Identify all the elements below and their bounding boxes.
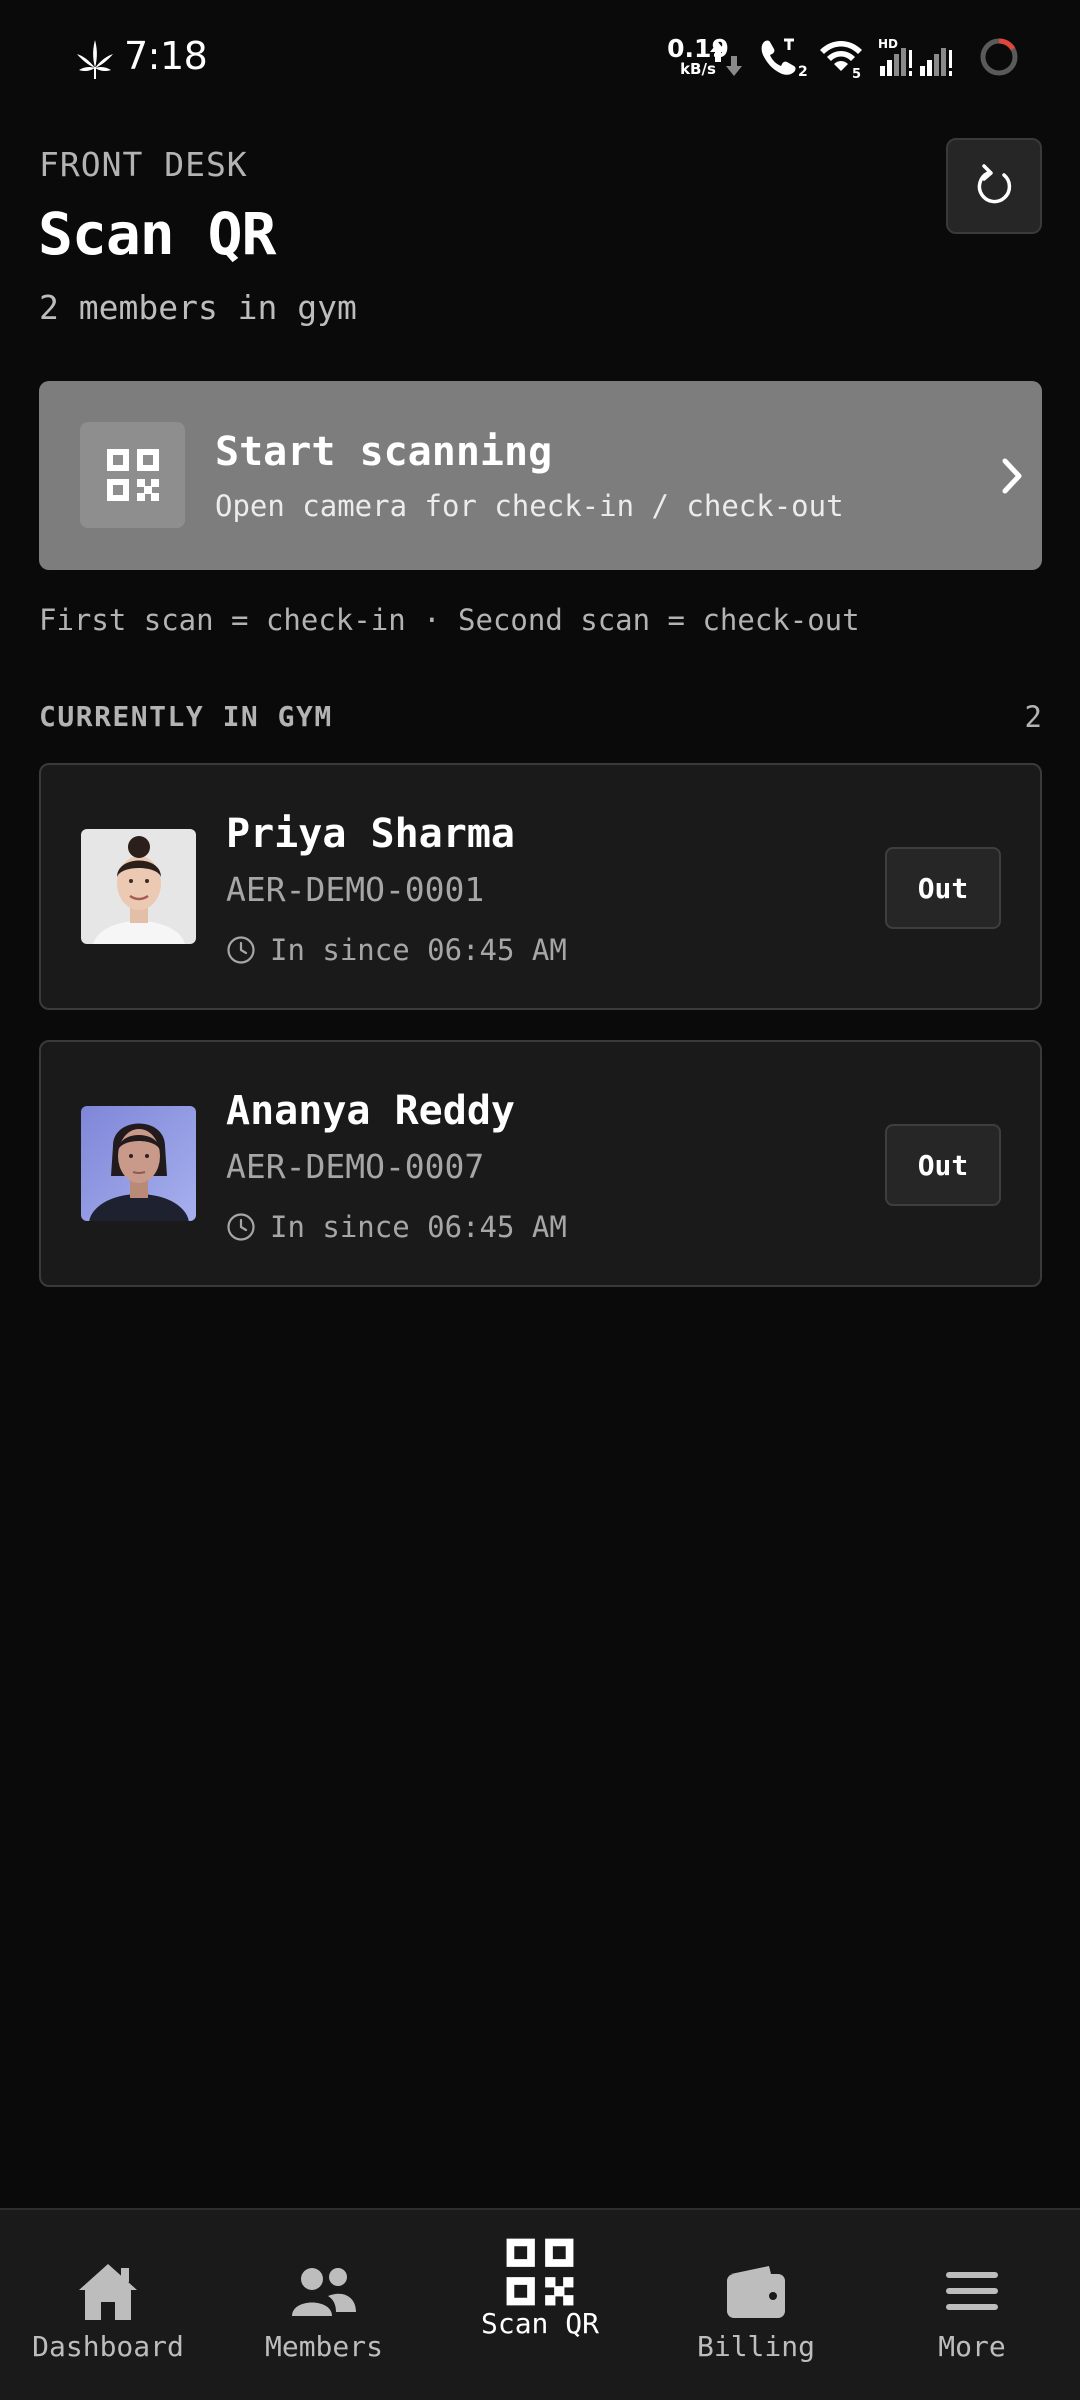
section-count: 2	[1024, 700, 1042, 734]
page-eyebrow: FRONT DESK	[39, 145, 248, 184]
nav-label: Dashboard	[32, 2330, 184, 2363]
nav-item-billing[interactable]: Billing	[648, 2210, 864, 2400]
nav-label: Billing	[696, 2330, 815, 2363]
page-title: Scan QR	[38, 200, 276, 268]
refresh-button[interactable]	[946, 138, 1042, 234]
nav-item-more[interactable]: More	[864, 2210, 1080, 2400]
nav-item-scan-qr[interactable]: Scan QR	[432, 2210, 648, 2400]
avatar	[81, 829, 196, 944]
menu-icon	[946, 2272, 998, 2310]
section-label: CURRENTLY IN GYM	[39, 700, 333, 733]
members-in-gym-count: 2 members in gym	[39, 288, 357, 327]
network-type: HD	[878, 37, 898, 51]
check-out-button[interactable]: Out	[885, 1124, 1001, 1206]
wifi-icon: 5	[820, 41, 862, 80]
cannabis-leaf-icon	[77, 40, 113, 79]
member-card[interactable]: Ananya Reddy AER-DEMO-0007 In since 06:4…	[39, 1040, 1042, 1287]
battery-ring-icon	[980, 38, 1018, 76]
member-card[interactable]: Priya Sharma AER-DEMO-0001 In since 06:4…	[39, 763, 1042, 1010]
member-checkin-time: In since 06:45 AM	[226, 1210, 567, 1244]
qr-code-icon	[106, 449, 159, 501]
member-name: Ananya Reddy	[226, 1088, 515, 1134]
users-icon	[292, 2268, 356, 2316]
check-out-button[interactable]: Out	[885, 847, 1001, 929]
call-badge: 2	[798, 64, 808, 80]
signal-icon: HD	[878, 37, 952, 76]
scan-hint: First scan = check-in · Second scan = ch…	[39, 603, 860, 637]
data-arrows-icon	[710, 42, 742, 76]
scan-card-subtitle: Open camera for check-in / check-out	[215, 489, 844, 523]
qr-code-icon	[506, 2238, 574, 2306]
member-since-text: In since 06:45 AM	[270, 1210, 567, 1244]
scan-card-title: Start scanning	[215, 429, 553, 475]
clock-icon	[227, 936, 255, 964]
chevron-right-icon	[1002, 458, 1022, 494]
status-bar: 7:18 0.19 kB/s 2 5 HD	[0, 0, 1080, 118]
status-time: 7:18	[124, 34, 208, 78]
refresh-icon	[977, 164, 1012, 204]
call-icon: 2	[761, 38, 808, 80]
nav-label: Members	[264, 2330, 383, 2363]
avatar	[81, 1106, 196, 1221]
wifi-badge: 5	[852, 67, 861, 80]
nav-item-dashboard[interactable]: Dashboard	[0, 2210, 216, 2400]
member-since-text: In since 06:45 AM	[270, 933, 567, 967]
start-scanning-card[interactable]: Start scanning Open camera for check-in …	[39, 381, 1042, 570]
member-checkin-time: In since 06:45 AM	[226, 933, 567, 967]
nav-label: More	[938, 2330, 1006, 2363]
member-id: AER-DEMO-0001	[226, 870, 485, 909]
nav-item-members[interactable]: Members	[216, 2210, 432, 2400]
member-id: AER-DEMO-0007	[226, 1147, 485, 1186]
member-name: Priya Sharma	[226, 811, 515, 857]
bottom-navigation: Dashboard Members Scan QR Billing More	[0, 2208, 1080, 2400]
scan-icon-box	[80, 422, 185, 528]
clock-icon	[227, 1213, 255, 1241]
nav-label: Scan QR	[480, 2307, 599, 2340]
wallet-icon	[727, 2266, 785, 2318]
home-icon	[79, 2264, 137, 2320]
